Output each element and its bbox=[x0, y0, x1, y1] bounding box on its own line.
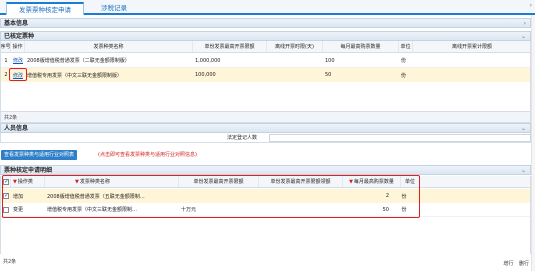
table-row[interactable]: 2 修改 增值税专用发票（中文三联无金额限制版） 100,000 50 份 bbox=[1, 68, 530, 82]
select-all-cell[interactable]: ✓ bbox=[1, 176, 11, 187]
row-name[interactable]: 增值税专用发票（中文三联无金额限制… bbox=[47, 203, 179, 216]
row-offline-total bbox=[415, 68, 531, 82]
tab-scroll-icon[interactable]: › bbox=[530, 2, 532, 9]
row-limit-2[interactable] bbox=[261, 189, 343, 203]
row-monthly-max: 50 bbox=[325, 72, 332, 78]
row-checkbox[interactable] bbox=[3, 206, 9, 213]
tab-invoice-apply[interactable]: 发票票种核定申请 bbox=[6, 2, 84, 15]
delete-row-button[interactable]: 删行 bbox=[519, 261, 529, 267]
col-limit-2: 单份发票最高开票限额领额 bbox=[259, 176, 343, 187]
select-all-checkbox[interactable]: ✓ bbox=[3, 178, 9, 185]
col-limit: 单份发票最高开票限额 bbox=[193, 41, 267, 52]
row-checkbox[interactable]: ✓ bbox=[3, 193, 9, 199]
table-row[interactable]: 1 修改 2008版增值税普通发票（二联无金额限制版） 1,000,000 10… bbox=[1, 54, 530, 68]
row-name[interactable]: 2008版增值税普通发票（五联无金额限制… bbox=[47, 189, 179, 203]
col-op: ▼ 操作类 bbox=[11, 176, 45, 187]
row-select-cell[interactable]: ✓ bbox=[1, 189, 11, 203]
collapse-icon[interactable]: ⌄ bbox=[521, 166, 526, 176]
section-approved-title: 已核定票种 bbox=[4, 33, 35, 40]
row-unit: 份 bbox=[401, 58, 407, 64]
row-op[interactable]: 变更 bbox=[13, 203, 45, 216]
record-count: 共2条 bbox=[4, 115, 18, 121]
row-monthly-max[interactable]: 2 bbox=[343, 189, 389, 203]
section-taxpayer-title: 人员信息 bbox=[4, 125, 29, 132]
col-unit: 单位 bbox=[404, 179, 415, 185]
col-monthly-max: ▼ 每月最高购票数量 bbox=[343, 176, 401, 187]
row-name: 增值税专用发票（中文三联无金额限制版） bbox=[27, 72, 123, 79]
row-offline-days bbox=[267, 54, 323, 67]
section-apply: 票种核定申请明细 ⌄ bbox=[0, 165, 531, 175]
modify-link[interactable]: 修改 bbox=[11, 68, 25, 82]
row-limit: 1,000,000 bbox=[195, 57, 221, 64]
apply-table-header: ✓ ▼ 操作类 ▼ 发票种类名称 单份发票最高开票限额 单份发票最高开票限额领额 ▼… bbox=[1, 176, 530, 188]
section-basic-info: 基本信息 › bbox=[0, 18, 531, 28]
row-limit[interactable]: 十万元 bbox=[181, 203, 259, 216]
section-basic-title: 基本信息 bbox=[4, 20, 29, 27]
row-limit[interactable] bbox=[181, 189, 259, 203]
legal-count-input[interactable] bbox=[269, 134, 531, 142]
col-name: 发票种类名称 bbox=[25, 41, 193, 52]
row-op[interactable]: 增加 bbox=[13, 189, 45, 203]
row-offline-total bbox=[415, 54, 531, 67]
apply-table: ✓ ▼ 操作类 ▼ 发票种类名称 单份发票最高开票限额 单份发票最高开票限额领额 ▼… bbox=[0, 175, 531, 254]
approved-table: 序号 操作 发票种类名称 单份发票最高开票限额 离线开票时限(天) 每月最高购票… bbox=[0, 41, 531, 111]
col-monthly-max: 每月最高购票数量 bbox=[323, 41, 399, 52]
col-limit: 单份发票最高开票限额 bbox=[179, 176, 259, 187]
table-row[interactable]: ✓ 增加 2008版增值税普通发票（五联无金额限制… 2 份 bbox=[1, 189, 530, 203]
row-unit: 份 bbox=[401, 207, 407, 213]
col-offline-days: 离线开票时限(天) bbox=[267, 41, 323, 52]
modify-link[interactable]: 修改 bbox=[11, 54, 25, 67]
row-index: 2 bbox=[4, 72, 8, 78]
row-select-cell[interactable] bbox=[1, 203, 11, 216]
row-index: 1 bbox=[4, 57, 8, 64]
legal-count-label: 法定登记人数 bbox=[227, 135, 258, 141]
tab-tax-records[interactable]: 涉税记录 bbox=[88, 2, 140, 15]
section-approved: 已核定票种 ⌄ bbox=[0, 31, 531, 41]
row-name: 2008版增值税普通发票（二联无金额限制版） bbox=[27, 58, 130, 64]
row-actions: 增行 删行 bbox=[499, 260, 529, 267]
table-row[interactable]: 变更 增值税专用发票（中文三联无金额限制… 十万元 50 份 bbox=[1, 203, 530, 217]
col-index: 序号 bbox=[1, 41, 11, 52]
row-offline-days bbox=[267, 68, 323, 82]
row-monthly-max[interactable]: 50 bbox=[343, 203, 389, 216]
section-apply-title: 票种核定申请明细 bbox=[4, 167, 53, 174]
collapse-icon[interactable]: › bbox=[524, 19, 526, 29]
add-row-button[interactable]: 增行 bbox=[503, 261, 513, 267]
record-count: 共2条 bbox=[3, 259, 17, 265]
approved-table-header: 序号 操作 发票种类名称 单份发票最高开票限额 离线开票时限(天) 每月最高购票… bbox=[1, 41, 530, 53]
col-unit: 单位 bbox=[399, 41, 413, 52]
row-limit: 100,000 bbox=[195, 72, 216, 78]
industry-table-note: (点击即可查看发票种类与适用行业对照信息) bbox=[98, 152, 197, 158]
vertical-scrollbar[interactable] bbox=[531, 15, 535, 271]
col-action: 操作 bbox=[11, 41, 25, 52]
apply-table-footer: 共2条 bbox=[0, 256, 531, 268]
approved-table-footer: 共2条 bbox=[0, 111, 531, 123]
col-name: ▼ 发票种类名称 bbox=[45, 176, 179, 187]
section-taxpayer: 人员信息 ⌄ bbox=[0, 123, 531, 133]
row-limit-2[interactable] bbox=[261, 203, 343, 216]
taxpayer-form: 法定登记人数 bbox=[0, 133, 531, 143]
industry-table-button[interactable]: 查看发票种类与适用行业对照表 bbox=[1, 150, 78, 160]
col-offline-total: 离线开票累计限额 bbox=[451, 44, 492, 50]
row-unit: 份 bbox=[401, 72, 407, 79]
row-monthly-max: 100 bbox=[325, 57, 335, 64]
tab-bar: 发票票种核定申请 涉税记录 › bbox=[0, 0, 535, 15]
row-unit: 份 bbox=[401, 193, 407, 200]
